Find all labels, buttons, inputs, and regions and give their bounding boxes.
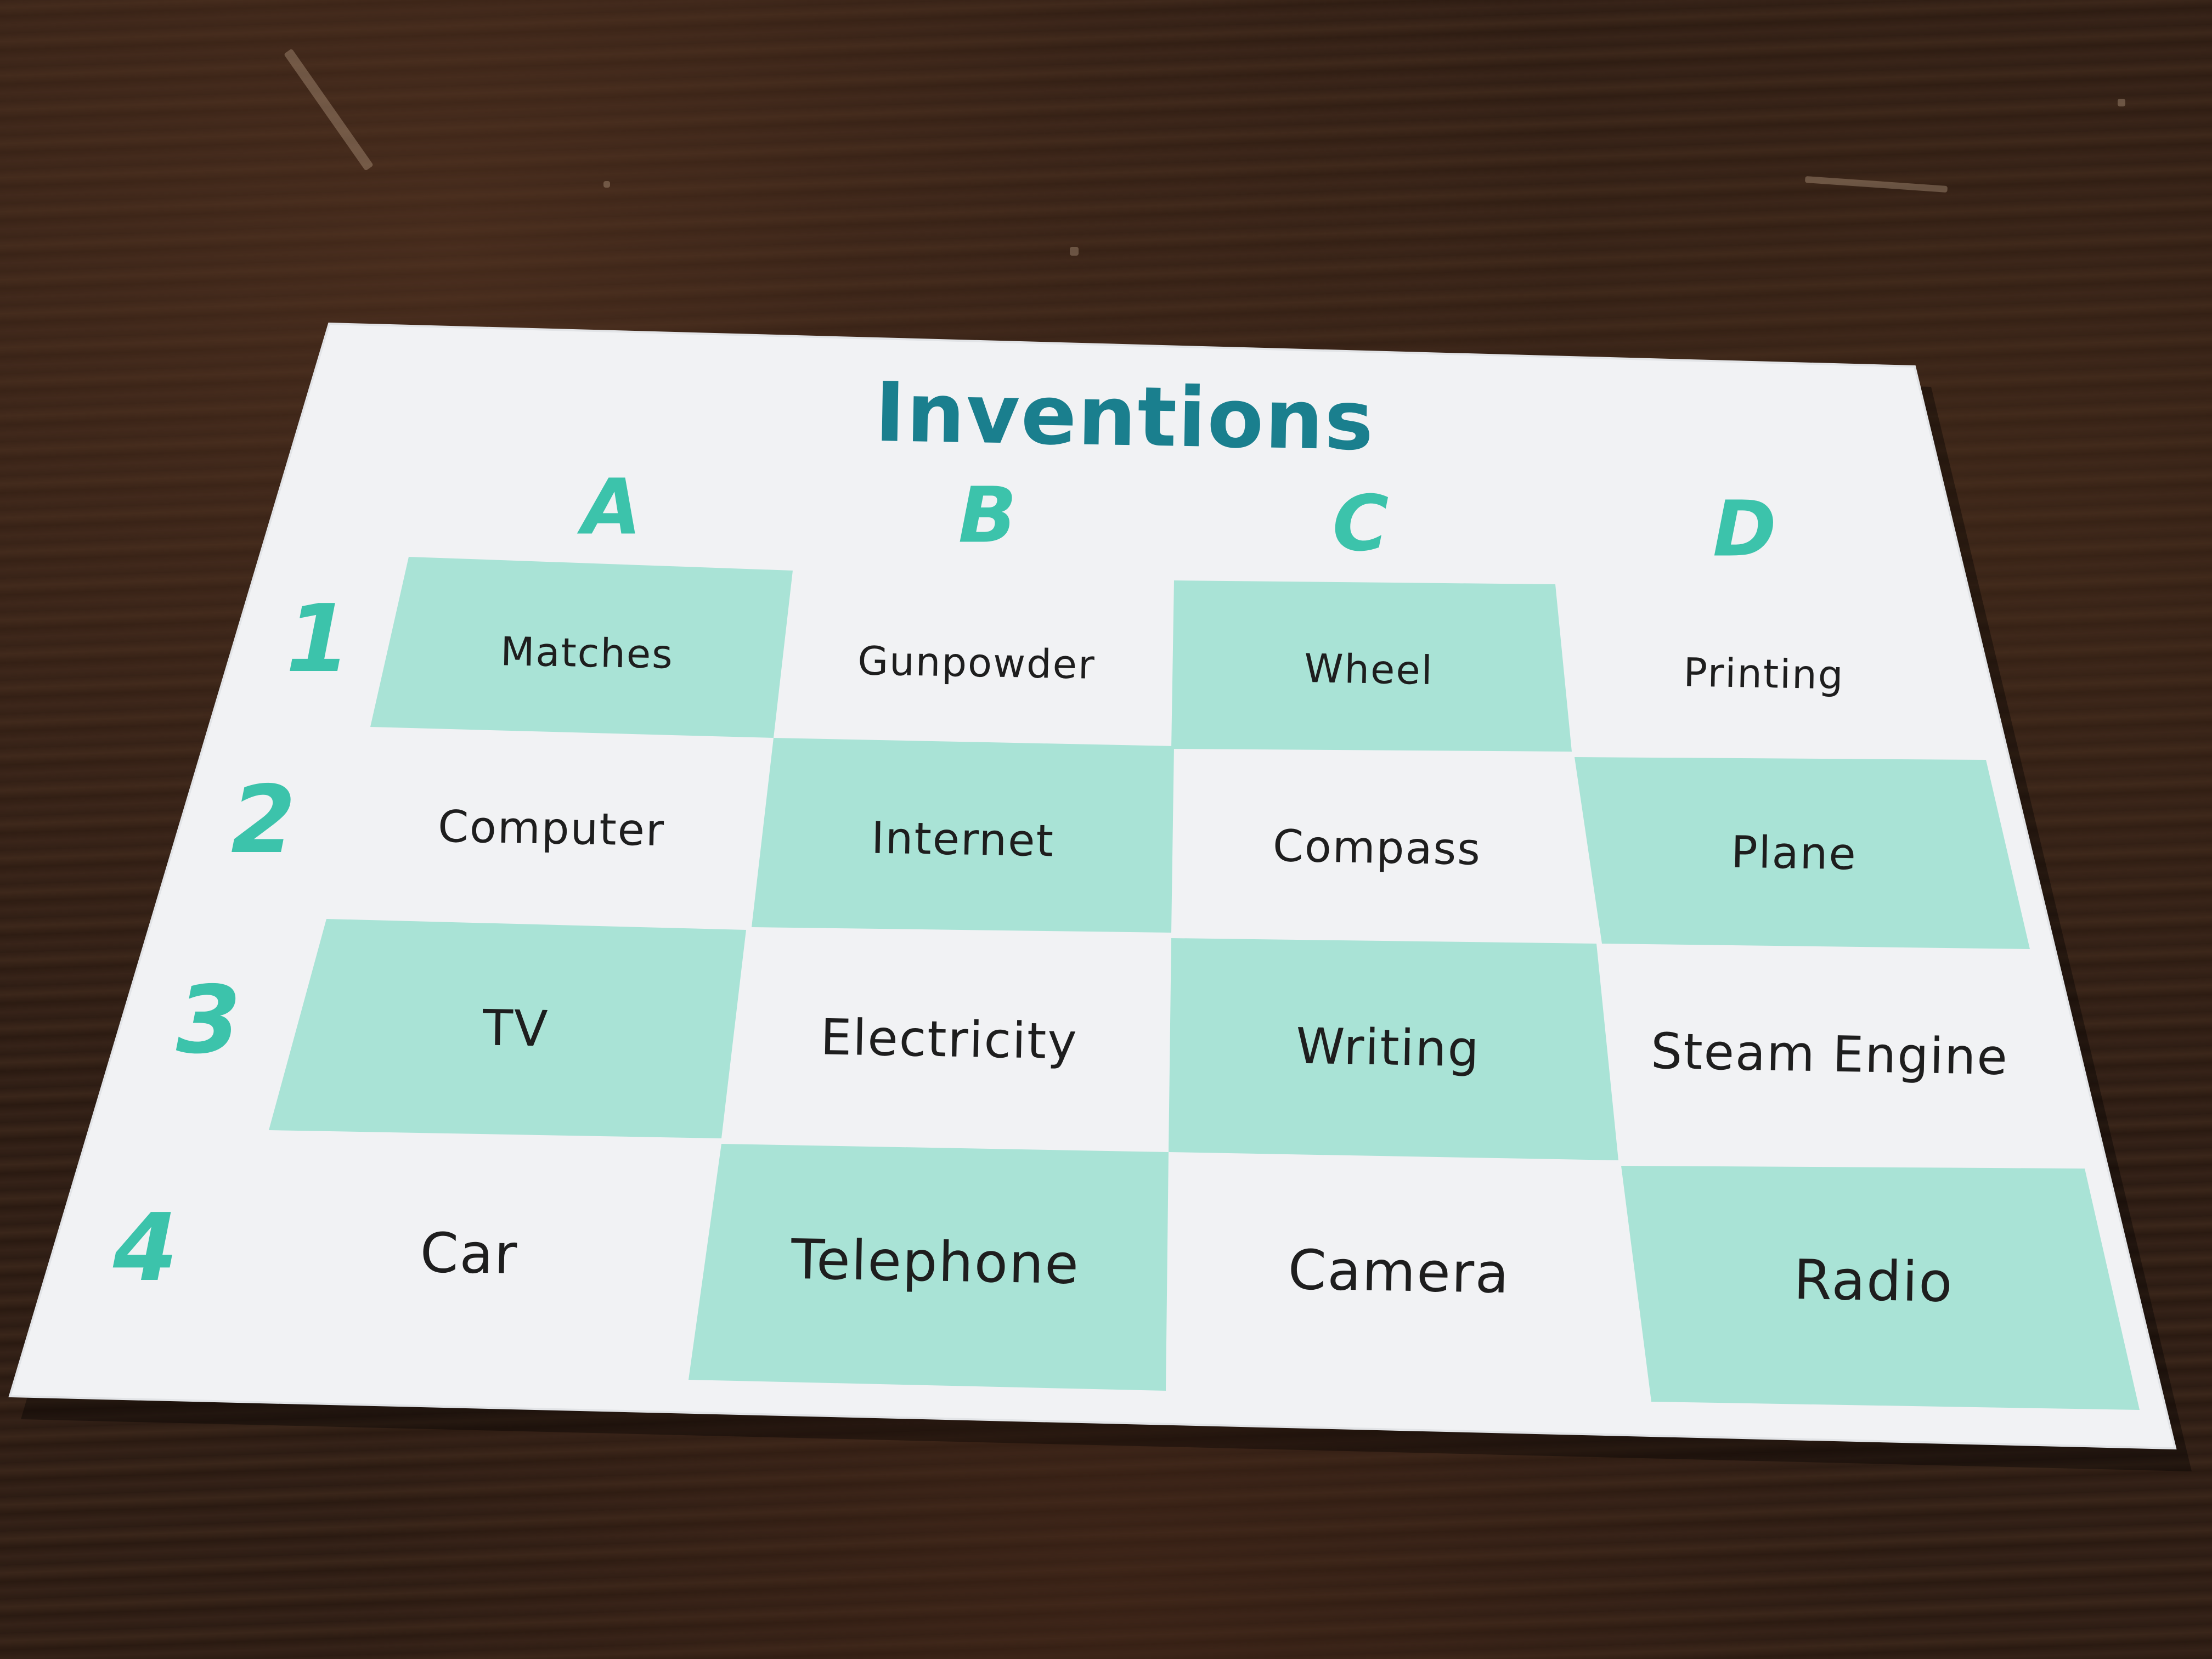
inventions-card: Inventions A B C D 1 2 3 4 Matches Gunpo… [0,0,2212,1659]
wooden-table-background: Inventions A B C D 1 2 3 4 Matches Gunpo… [0,0,2212,1659]
cell-b1: Gunpowder [857,637,1096,688]
row-label-1: 1 [285,585,351,693]
cell-d1: Printing [1683,649,1845,698]
column-label-d: D [1712,484,1777,574]
cell-c4: Camera [1287,1237,1511,1306]
cell-b3: Electricity [820,1008,1079,1071]
cell-a1: Matches [500,628,674,678]
row-label-4: 4 [112,1194,178,1302]
card-title: Inventions [873,365,1376,469]
cell-d2: Plane [1730,826,1858,880]
cell-c2: Compass [1272,820,1482,875]
cell-c1: Wheel [1304,645,1434,694]
cell-c3: Writing [1295,1017,1481,1079]
cell-b2: Internet [871,812,1055,867]
cell-a4: Car [419,1220,519,1287]
column-label-b: B [958,471,1017,561]
cell-a3: TV [482,999,550,1058]
column-label-c: C [1332,479,1389,569]
row-label-2: 2 [230,766,296,874]
cell-d4: Radio [1793,1247,1954,1315]
row-label-3: 3 [176,966,241,1075]
cell-d3: Steam Engine [1650,1022,2009,1087]
column-label-a: A [582,462,642,552]
card-shapes [8,322,2192,1471]
cell-b4: Telephone [791,1227,1080,1297]
cell-a2: Computer [437,800,665,856]
